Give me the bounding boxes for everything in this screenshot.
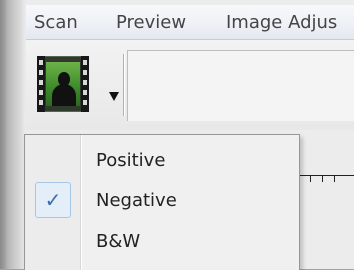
film-type-button[interactable] xyxy=(37,56,89,112)
menu-preview[interactable]: Preview xyxy=(116,12,186,33)
toolbar-panel xyxy=(127,50,354,121)
window-left-edge xyxy=(0,0,26,269)
dropdown-arrow-icon[interactable] xyxy=(109,92,119,101)
film-strip-right xyxy=(81,56,89,112)
menu-scan[interactable]: Scan xyxy=(34,12,78,33)
person-body-icon xyxy=(52,84,76,106)
check-indicator: ✓ xyxy=(35,182,71,218)
menu-bar: Scan Preview Image Adjus xyxy=(26,5,354,40)
menu-item-negative[interactable]: Negative xyxy=(82,182,296,220)
menu-gutter-divider xyxy=(80,135,81,270)
menu-item-bw[interactable]: B&W xyxy=(82,223,296,261)
film-frame-icon xyxy=(46,62,80,106)
preview-ruler xyxy=(296,175,354,184)
toolbar xyxy=(26,40,354,130)
menu-item-positive[interactable]: Positive xyxy=(82,142,296,180)
toolbar-separator xyxy=(123,54,124,116)
menu-image-adjust[interactable]: Image Adjus xyxy=(226,12,337,33)
film-type-menu: ✓ Positive Negative B&W xyxy=(24,134,300,270)
film-strip-left xyxy=(37,56,45,112)
checkmark-icon: ✓ xyxy=(44,188,62,212)
